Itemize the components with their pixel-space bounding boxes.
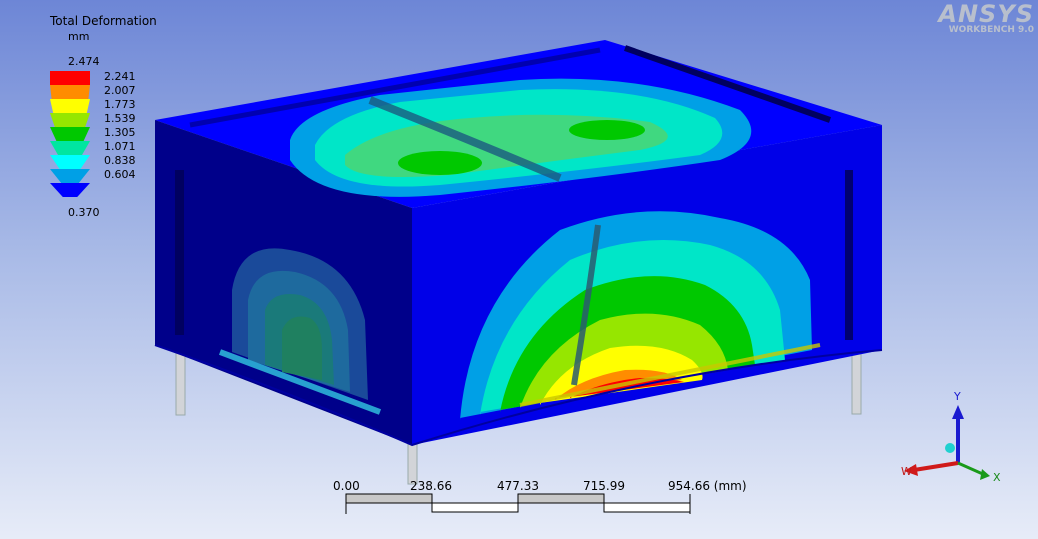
triad-w-label: W	[901, 465, 912, 478]
axis-triad[interactable]: Y W X	[890, 385, 1020, 495]
scale-bar	[345, 493, 691, 514]
scale-tick-1: 238.66	[410, 479, 452, 493]
graphics-viewport[interactable]: Total Deformation mm 2.474 2.241 2.007 1.7…	[0, 0, 1038, 539]
scale-tick-4: 954.66 (mm)	[668, 479, 747, 493]
scale-tick-3: 715.99	[583, 479, 625, 493]
scale-tick-2: 477.33	[497, 479, 539, 493]
scale-tick-0: 0.00	[333, 479, 360, 493]
iso-ball-icon[interactable]	[945, 443, 955, 453]
triad-y-label: Y	[953, 390, 961, 403]
triad-x-label: X	[993, 471, 1001, 484]
